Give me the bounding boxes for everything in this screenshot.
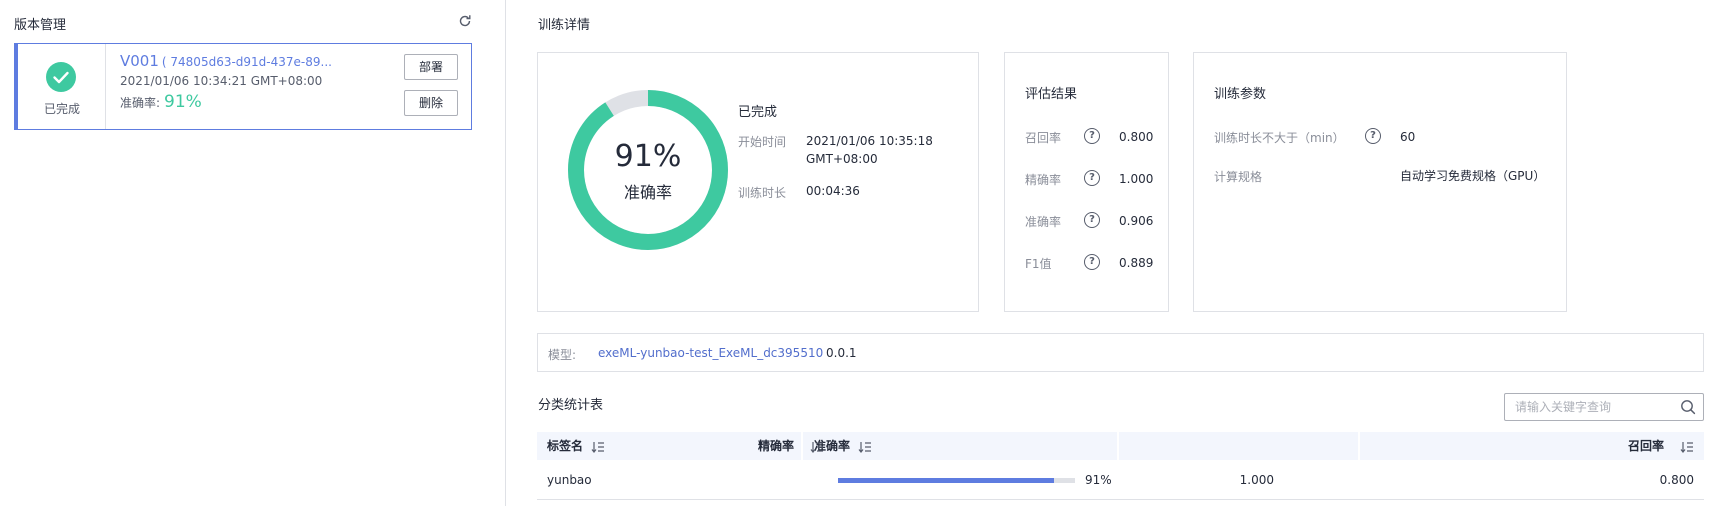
param-value-spec: 自动学习免费规格（GPU） (1400, 169, 1546, 183)
eval-label-accuracy: 准确率 (1025, 215, 1062, 229)
version-card-v001[interactable]: 已完成 V001( 74805d63-d91d-437e-89... 2021/… (14, 43, 472, 130)
start-time-value-line2: GMT+08:00 (806, 152, 878, 166)
training-progress-card: 91% 准确率 已完成 开始时间 2021/01/06 10:35:18 GMT… (537, 52, 979, 312)
evaluation-title: 评估结果 (1025, 87, 1078, 102)
column-header-label[interactable]: 标签名 (547, 432, 605, 460)
search-icon[interactable] (1680, 399, 1696, 415)
version-status-text: 已完成 (43, 102, 80, 116)
version-panel-title: 版本管理 (14, 18, 67, 33)
eval-label-f1: F1值 (1025, 257, 1052, 271)
column-header-recall[interactable]: 召回率 (1628, 432, 1694, 460)
search-box (1504, 393, 1704, 421)
eval-label-recall: 召回率 (1025, 131, 1062, 145)
version-status-area: 已完成 (18, 44, 106, 129)
version-id[interactable]: ( 74805d63-d91d-437e-89... (162, 55, 332, 69)
donut-percent: 91% (614, 139, 682, 174)
sort-icon[interactable] (810, 441, 824, 453)
eval-label-precision: 精确率 (1025, 173, 1062, 187)
column-header-precision[interactable]: 精确率 (758, 432, 824, 460)
cell-accuracy-text: 91% (1085, 473, 1112, 487)
refresh-icon[interactable] (458, 14, 472, 28)
eval-value-recall: 0.800 (1119, 130, 1154, 144)
param-label-duration: 训练时长不大于（min） (1214, 131, 1345, 145)
help-icon[interactable]: ? (1365, 128, 1381, 144)
version-accuracy-label: 准确率: (120, 96, 161, 110)
delete-button[interactable]: 删除 (404, 90, 458, 116)
header-divider (1358, 432, 1360, 460)
help-icon[interactable]: ? (1084, 212, 1100, 228)
model-label: 模型: (548, 348, 577, 362)
header-divider (1117, 432, 1119, 460)
version-name-line[interactable]: V001( 74805d63-d91d-437e-89... (120, 52, 380, 70)
version-accuracy-value: 91% (164, 92, 202, 112)
cell-label: yunbao (547, 473, 592, 487)
sort-icon[interactable] (1680, 441, 1694, 453)
accuracy-donut: 91% 准确率 (565, 87, 731, 253)
version-time: 2021/01/06 10:34:21 GMT+08:00 (120, 74, 323, 88)
model-version: 0.0.1 (826, 346, 857, 360)
cell-precision: 1.000 (1239, 473, 1274, 487)
cell-recall: 0.800 (1659, 473, 1694, 487)
classification-table-title: 分类统计表 (538, 398, 604, 413)
version-accuracy: 准确率: 91% (120, 92, 380, 112)
start-time-value: 2021/01/06 10:35:18 GMT+08:00 (806, 132, 933, 168)
eval-value-f1: 0.889 (1119, 256, 1154, 270)
start-time-label: 开始时间 (738, 135, 787, 149)
help-icon[interactable]: ? (1084, 254, 1100, 270)
training-params-card: 训练参数 训练时长不大于（min） ? 60 计算规格 自动学习免费规格（GPU… (1193, 52, 1567, 312)
donut-label: 准确率 (623, 183, 672, 202)
training-detail-title: 训练详情 (538, 18, 591, 33)
model-name-link[interactable]: exeML-yunbao-test_ExeML_dc395510 (598, 346, 823, 360)
sort-icon[interactable] (591, 441, 605, 453)
start-time-value-line1: 2021/01/06 10:35:18 (806, 134, 933, 148)
training-status: 已完成 (738, 105, 778, 120)
deploy-button[interactable]: 部署 (404, 54, 458, 80)
check-circle-icon (46, 62, 76, 92)
column-header-precision-text: 精确率 (757, 439, 794, 453)
version-info: V001( 74805d63-d91d-437e-89... 2021/01/0… (120, 52, 380, 112)
help-icon[interactable]: ? (1084, 128, 1100, 144)
column-header-label-text: 标签名 (547, 439, 584, 453)
duration-value: 00:04:36 (806, 184, 860, 198)
search-input[interactable] (1505, 394, 1675, 420)
version-panel: 版本管理 已完成 V001( 74805d63-d91d-437e-89... … (0, 0, 506, 506)
version-name[interactable]: V001 (120, 52, 159, 70)
param-label-spec: 计算规格 (1214, 170, 1263, 184)
eval-value-precision: 1.000 (1119, 172, 1154, 186)
model-info-bar: 模型: exeML-yunbao-test_ExeML_dc395510 0.0… (537, 333, 1704, 372)
duration-label: 训练时长 (738, 186, 787, 200)
params-title: 训练参数 (1214, 87, 1267, 102)
table-row: yunbao 91% 1.000 0.800 (537, 460, 1704, 500)
param-value-duration: 60 (1400, 130, 1416, 144)
table-header: 标签名 准确率 精确率 召回率 (537, 432, 1704, 460)
help-icon[interactable]: ? (1084, 170, 1100, 186)
evaluation-card: 评估结果 召回率 ? 0.800 精确率 ? 1.000 准确率 ? 0.906… (1004, 52, 1169, 312)
eval-value-accuracy: 0.906 (1119, 214, 1154, 228)
accuracy-progress-bar (838, 478, 1075, 483)
accuracy-progress-fill (838, 478, 1054, 483)
sort-icon[interactable] (858, 441, 872, 453)
column-header-recall-text: 召回率 (1627, 439, 1664, 453)
